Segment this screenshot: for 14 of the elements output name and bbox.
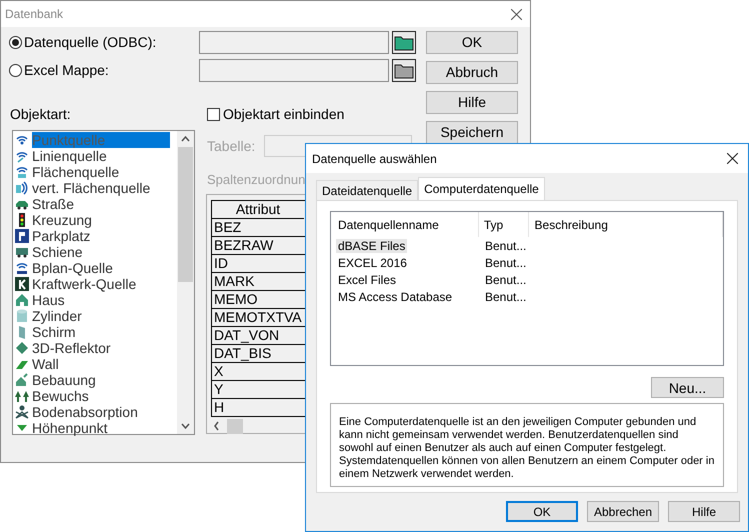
window-title: Datenbank	[5, 6, 64, 23]
table-cell-text: Benut...	[484, 254, 528, 272]
field-label: Spaltenzuordnun	[207, 171, 306, 189]
column-header: Attribut	[212, 200, 304, 218]
field-label: Tabelle:	[207, 136, 256, 156]
table-cell-text: Benut...	[484, 288, 528, 306]
table-cell-text: Benut...	[484, 238, 528, 254]
table-cell-text: Benut...	[484, 272, 528, 288]
radio-label: Excel Mappe:	[24, 61, 109, 80]
radio-label: Datenquelle (ODBC):	[24, 33, 156, 52]
description-text: Eine Computerdatenquelle ist an den jeweiligen Computer gebunden und kann nicht gemeinsam verwendet werden. Benutzerdatenquellen sind sowohl auf einen Benutzer als auch auf einen Computer festgelegt. Systemdatenquellen können von allen Benutzern an einem Computer oder in einem Netzwerk verwendet werden.	[339, 416, 715, 481]
field-label: Objektart:	[10, 105, 72, 124]
window-title: Datenquelle auswählen	[312, 150, 437, 168]
checkbox-label: Objektart einbinden	[223, 104, 344, 124]
